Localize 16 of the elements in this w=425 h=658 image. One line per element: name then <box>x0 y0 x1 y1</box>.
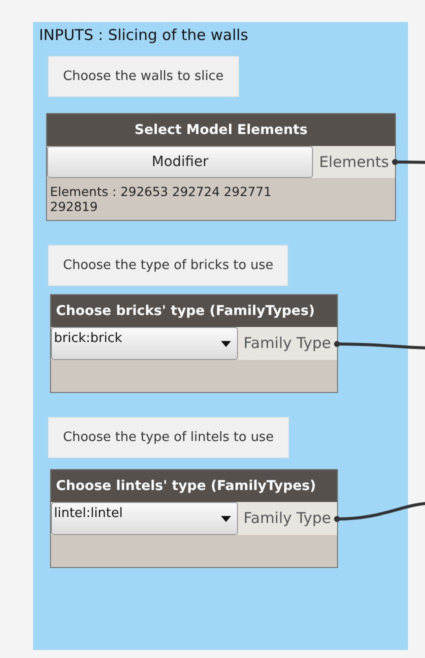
elements-info: Elements : 292653 292724 292771 292819 <box>49 183 273 216</box>
modifier-button[interactable]: Modifier <box>47 146 314 178</box>
node-title: Choose bricks' type (FamilyTypes) <box>51 295 337 327</box>
output-port[interactable]: Family Type <box>238 502 337 535</box>
type-dropdown[interactable]: lintel:lintel <box>51 502 238 535</box>
note: Choose the type of lintels to use <box>48 417 289 458</box>
note: Choose the type of bricks to use <box>48 245 288 286</box>
output-port[interactable]: Family Type <box>238 327 337 360</box>
dropdown-caret-icon <box>220 341 230 347</box>
node-title: Select Model Elements <box>47 114 395 146</box>
type-dropdown[interactable]: brick:brick <box>51 327 238 360</box>
output-port[interactable]: Elements <box>313 146 395 178</box>
dropdown-caret-icon <box>220 516 230 522</box>
group-title: INPUTS : Slicing of the walls <box>39 26 248 44</box>
note: Choose the walls to slice <box>48 56 239 97</box>
node-title: Choose lintels' type (FamilyTypes) <box>51 470 337 502</box>
